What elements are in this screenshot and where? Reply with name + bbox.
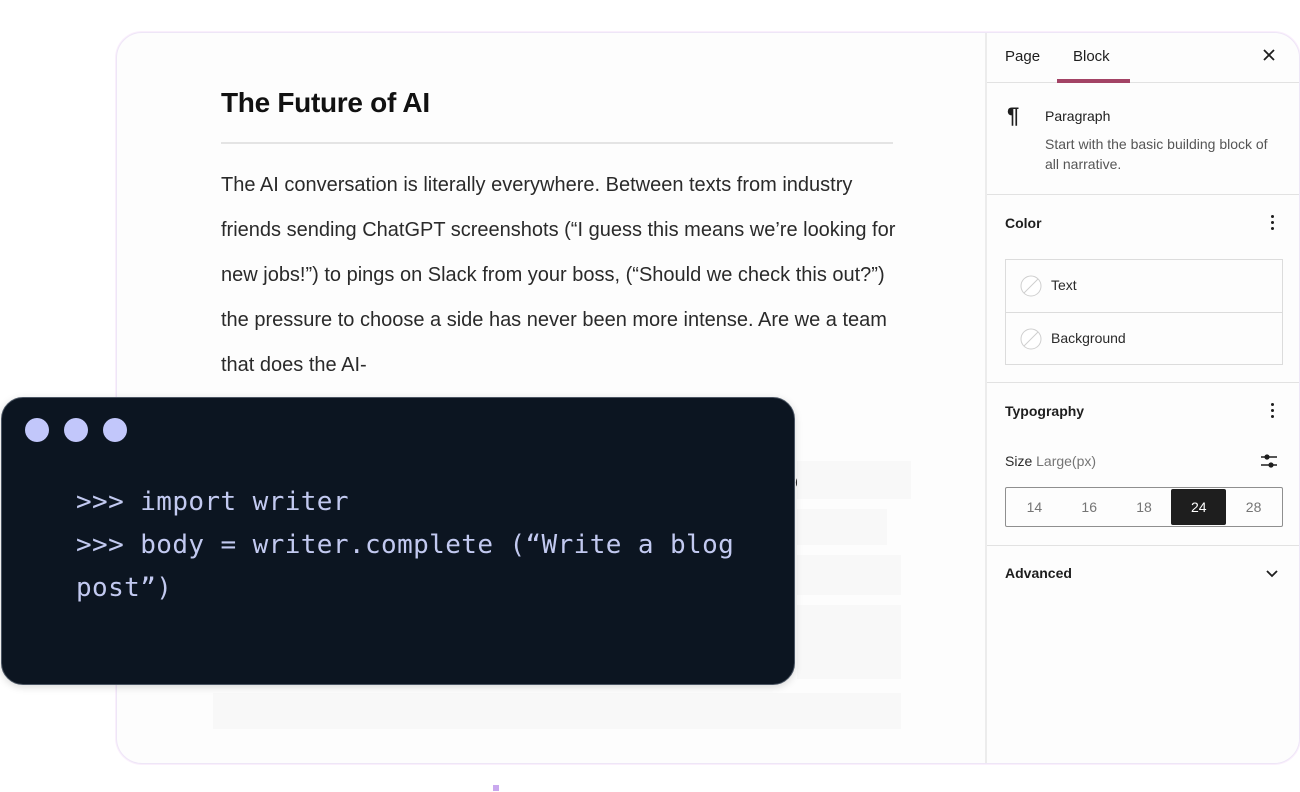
typography-options-button[interactable] [1269,403,1275,421]
tab-block[interactable]: Block [1073,48,1110,65]
font-size-picker: 14 16 18 24 28 [1005,487,1283,527]
color-options-button[interactable] [1269,215,1275,233]
advanced-panel[interactable]: Advanced [987,546,1299,602]
paragraph-icon: ¶ [1007,103,1020,128]
custom-size-button[interactable] [1259,451,1279,471]
settings-sidebar: Page Block ¶ Paragraph Start with the ba… [985,33,1299,763]
block-card: ¶ Paragraph Start with the basic buildin… [987,83,1299,195]
typography-panel: Typography Size Large(px) 14 16 18 24 28 [987,383,1299,546]
more-vertical-icon [1270,403,1274,406]
window-dot-icon [64,418,88,442]
more-vertical-icon [1270,215,1274,218]
code-window: >>> import writer >>> body = writer.comp… [1,397,795,685]
font-size-option[interactable]: 16 [1062,489,1117,525]
font-size-option-selected[interactable]: 24 [1171,489,1227,525]
post-paragraph[interactable]: The AI conversation is literally everywh… [221,163,901,388]
placeholder-block [213,693,901,729]
block-name: Paragraph [1045,108,1111,124]
placeholder-block [797,605,901,679]
font-size-unit: Large(px) [1036,453,1097,469]
font-size-option[interactable]: 28 [1226,489,1281,525]
placeholder-block [797,555,901,595]
tab-page[interactable]: Page [1005,48,1040,65]
color-item-label: Text [1051,277,1077,293]
window-dot-icon [25,418,49,442]
decorative-square [493,785,499,791]
font-size-option[interactable]: 14 [1007,489,1062,525]
font-size-label: Size Large(px) [1005,453,1097,469]
no-color-swatch-icon [1020,275,1042,297]
color-list: Text Background [1005,259,1283,365]
typography-panel-title[interactable]: Typography [1005,403,1084,419]
placeholder-block [797,461,911,499]
code-snippet: >>> import writer >>> body = writer.comp… [76,487,735,603]
color-panel-title[interactable]: Color [1005,215,1042,231]
sidebar-tabs: Page Block [987,33,1299,83]
advanced-panel-title[interactable]: Advanced [1005,565,1072,581]
close-sidebar-button[interactable] [1259,45,1279,65]
color-item-text[interactable]: Text [1006,260,1282,312]
post-title[interactable]: The Future of AI [221,87,430,119]
sliders-icon [1261,454,1277,468]
close-icon [1263,49,1275,61]
chevron-down-icon[interactable] [1265,566,1279,580]
window-dot-icon [103,418,127,442]
font-size-option[interactable]: 18 [1117,489,1172,525]
placeholder-block [797,509,887,545]
color-panel: Color Text Background [987,195,1299,383]
no-color-swatch-icon [1020,328,1042,350]
block-description: Start with the basic building block of a… [1045,136,1268,172]
color-item-label: Background [1051,330,1126,346]
title-divider [221,142,893,144]
color-item-background[interactable]: Background [1006,312,1282,364]
